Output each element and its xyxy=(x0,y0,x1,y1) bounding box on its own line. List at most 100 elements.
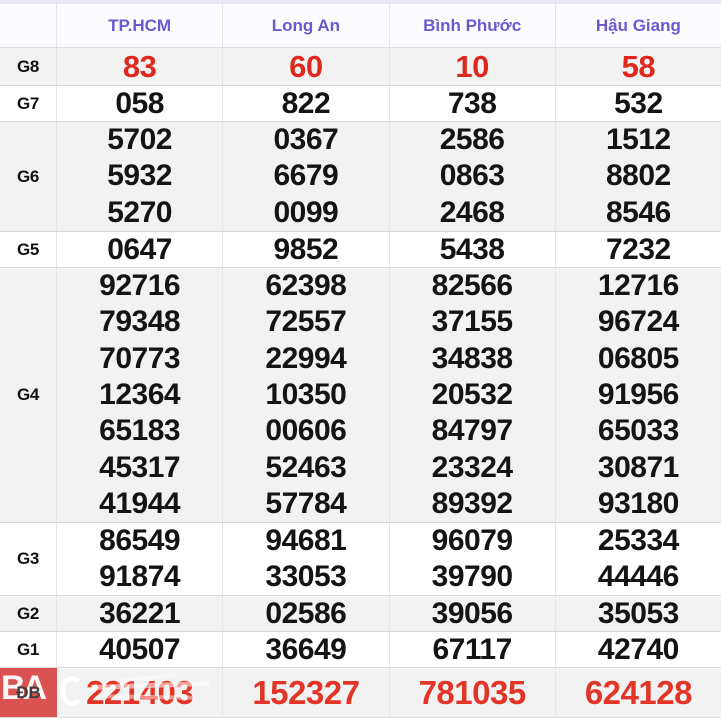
prize-number: 42740 xyxy=(598,635,679,665)
prize-number: 00606 xyxy=(265,416,346,446)
prize-cell-g6-col3: 2586 0863 2468 xyxy=(390,122,556,231)
prize-number: 65033 xyxy=(598,416,679,446)
column-header-label: TP.HCM xyxy=(108,16,171,36)
prize-row-g3: G386549918749468133053960793979025334444… xyxy=(0,523,721,596)
prize-cell-g2-col3: 39056 xyxy=(390,596,556,631)
prize-number: 25334 xyxy=(598,526,679,556)
prize-cell-g3-col2: 94681 33053 xyxy=(223,523,389,595)
prize-number: 86549 xyxy=(99,526,180,556)
prize-number: 89392 xyxy=(432,489,513,519)
prize-cell-g6-col1: 570259325270 xyxy=(57,122,223,231)
row-label-cell-g8: G8 xyxy=(0,48,57,85)
row-label-cell-db: BAĐB xyxy=(0,668,57,717)
row-label-g4: G4 xyxy=(17,385,39,405)
prize-cell-g4-col2: 62398725572299410350006065246357784 xyxy=(223,268,389,522)
prize-number: 2468 xyxy=(440,198,505,228)
prize-cell-g8-col4: 58 xyxy=(556,48,721,85)
prize-row-g6: G657025932527003676679009925860863246815… xyxy=(0,122,721,232)
prize-number: 8546 xyxy=(606,198,671,228)
prize-number: 91874 xyxy=(99,562,180,592)
prize-number: 65183 xyxy=(99,416,180,446)
lottery-results-table: TP.HCM Long An Bình Phước Hậu Giang G8 83 60 1… xyxy=(0,0,721,718)
prize-number: 10 xyxy=(455,51,488,82)
prize-number: 822 xyxy=(282,89,331,119)
prize-number: 83 xyxy=(123,51,156,82)
prize-row-g5: G50647985254387232 xyxy=(0,232,721,268)
header-corner-cell xyxy=(0,4,57,47)
prize-number: 781035 xyxy=(419,676,526,709)
prize-number: 60 xyxy=(289,51,322,82)
row-label-db: ĐB xyxy=(16,683,41,703)
prize-number: 57784 xyxy=(265,489,346,519)
column-header-1[interactable]: TP.HCM xyxy=(57,4,223,47)
prize-number: 34838 xyxy=(432,344,513,374)
row-label-cell-g2: G2 xyxy=(0,596,57,631)
row-label-g2: G2 xyxy=(17,604,39,624)
prize-number: 532 xyxy=(614,89,663,119)
prize-number: 36221 xyxy=(99,599,180,629)
table-header-row: TP.HCM Long An Bình Phước Hậu Giang xyxy=(0,4,721,48)
prize-number: 5702 xyxy=(107,125,172,155)
prize-row-db: BAĐB 221403 152327 781035 624128 xyxy=(0,668,721,718)
prize-number: 45317 xyxy=(99,453,180,483)
prize-number: 06805 xyxy=(598,344,679,374)
prize-cell-db-col3: 781035 xyxy=(390,668,556,717)
prize-cell-g1-col1: 40507 xyxy=(57,632,223,667)
prize-number: 52463 xyxy=(265,453,346,483)
prize-number: 93180 xyxy=(598,489,679,519)
row-label-cell-g1: G1 xyxy=(0,632,57,667)
row-label-cell-g6: G6 xyxy=(0,122,57,231)
prize-number: 36649 xyxy=(265,635,346,665)
prize-number: 84797 xyxy=(432,416,513,446)
prize-number: 82566 xyxy=(432,271,513,301)
prize-cell-g2-col1: 36221 xyxy=(57,596,223,631)
prize-number: 72557 xyxy=(265,307,346,337)
prize-row-g1: G1 40507 36649 67117 42740 xyxy=(0,632,721,668)
prize-row-g7: G7058822738532 xyxy=(0,86,721,122)
prize-cell-g4-col4: 12716967240680591956650333087193180 xyxy=(556,268,721,522)
prize-number: 221403 xyxy=(86,676,193,709)
prize-cell-g3-col4: 2533444446 xyxy=(556,523,721,595)
prize-number: 37155 xyxy=(432,307,513,337)
column-header-label: Hậu Giang xyxy=(596,16,681,36)
table-body: G883601058G7058822738532G657025932527003… xyxy=(0,48,721,718)
prize-number: 02586 xyxy=(265,599,346,629)
prize-number: 152327 xyxy=(252,676,359,709)
column-header-label: Long An xyxy=(272,16,340,36)
prize-row-g2: G2 36221 02586 39056 35053 xyxy=(0,596,721,632)
prize-cell-g5-col1: 0647 xyxy=(57,232,223,267)
prize-number: 8802 xyxy=(606,161,671,191)
prize-number: 20532 xyxy=(432,380,513,410)
prize-number: 12364 xyxy=(99,380,180,410)
prize-number: 0099 xyxy=(274,198,339,228)
column-header-2[interactable]: Long An xyxy=(223,4,389,47)
prize-number: 0863 xyxy=(440,161,505,191)
prize-number: 5438 xyxy=(440,235,505,265)
prize-number: 9852 xyxy=(274,235,339,265)
prize-number: 40507 xyxy=(99,635,180,665)
prize-cell-g3-col3: 9607939790 xyxy=(390,523,556,595)
prize-row-g4: G492716793487077312364651834531741944623… xyxy=(0,268,721,523)
prize-number: 33053 xyxy=(265,562,346,592)
prize-number: 67117 xyxy=(432,635,511,665)
prize-number: 22994 xyxy=(265,344,346,374)
prize-number: 41944 xyxy=(99,489,180,519)
prize-cell-g5-col3: 5438 xyxy=(390,232,556,267)
prize-number: 39056 xyxy=(432,599,513,629)
column-header-label: Bình Phước xyxy=(423,16,521,36)
prize-number: 58 xyxy=(622,51,655,82)
prize-number: 35053 xyxy=(598,599,679,629)
column-header-4[interactable]: Hậu Giang xyxy=(556,4,721,47)
row-label-cell-g7: G7 xyxy=(0,86,57,121)
prize-cell-db-col2: 152327 xyxy=(223,668,389,717)
prize-number: 6679 xyxy=(274,161,339,191)
prize-number: 94681 xyxy=(265,526,346,556)
prize-number: 1512 xyxy=(606,125,671,155)
prize-cell-g3-col1: 86549 91874 xyxy=(57,523,223,595)
column-header-3[interactable]: Bình Phước xyxy=(390,4,556,47)
row-label-cell-g5: G5 xyxy=(0,232,57,267)
prize-number: 2586 xyxy=(440,125,505,155)
row-label-cell-g4: G4 xyxy=(0,268,57,522)
prize-cell-db-col4: 624128 xyxy=(556,668,721,717)
prize-number: 23324 xyxy=(432,453,513,483)
